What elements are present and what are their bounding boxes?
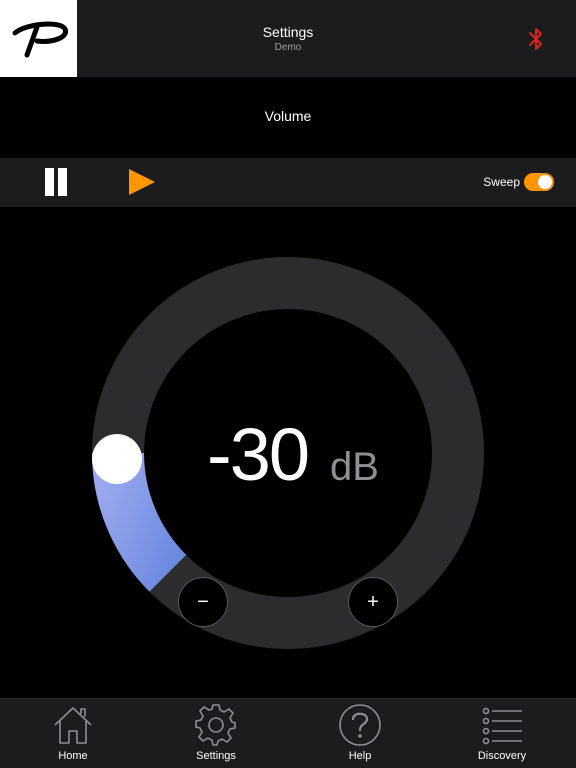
sweep-toggle[interactable] (524, 173, 554, 191)
tab-bar: Home Settings Help Discovery (0, 698, 576, 768)
volume-up-button[interactable]: + (348, 577, 398, 627)
page-title: Settings (262, 24, 314, 40)
pause-button[interactable] (43, 168, 69, 198)
p-brand-logo-icon (12, 21, 68, 57)
tab-discovery[interactable]: Discovery (452, 699, 552, 768)
list-icon (482, 707, 522, 745)
volume-value: -30 (207, 413, 310, 496)
play-button[interactable] (126, 166, 158, 198)
volume-dial: -30 dB − + (0, 207, 576, 698)
home-icon (54, 707, 92, 744)
tab-home[interactable]: Home (23, 699, 123, 768)
transport-bar: Sweep (0, 158, 576, 207)
play-icon (129, 169, 155, 195)
volume-readout: -30 dB (188, 412, 398, 497)
volume-slider-thumb[interactable] (92, 434, 142, 484)
volume-unit: dB (330, 445, 379, 489)
tab-settings[interactable]: Settings (166, 699, 266, 768)
brand-logo (0, 0, 77, 77)
tab-settings-label: Settings (196, 750, 236, 762)
pause-icon-bar-left (45, 168, 54, 196)
tab-help-label: Help (348, 750, 372, 762)
tab-help[interactable]: Help (310, 699, 410, 768)
tab-discovery-label: Discovery (477, 750, 527, 762)
help-icon (339, 704, 381, 746)
top-bar: Settings Demo (0, 0, 576, 77)
volume-down-button[interactable]: − (178, 577, 228, 627)
sweep-toggle-knob (538, 175, 552, 189)
bluetooth-icon[interactable] (526, 26, 546, 52)
pause-icon-bar-right (58, 168, 67, 196)
sweep-label: Sweep (483, 175, 520, 189)
tab-home-label: Home (58, 750, 88, 762)
gear-icon (195, 704, 236, 746)
page-subtitle: Demo (274, 42, 302, 53)
section-title: Volume (264, 108, 312, 124)
